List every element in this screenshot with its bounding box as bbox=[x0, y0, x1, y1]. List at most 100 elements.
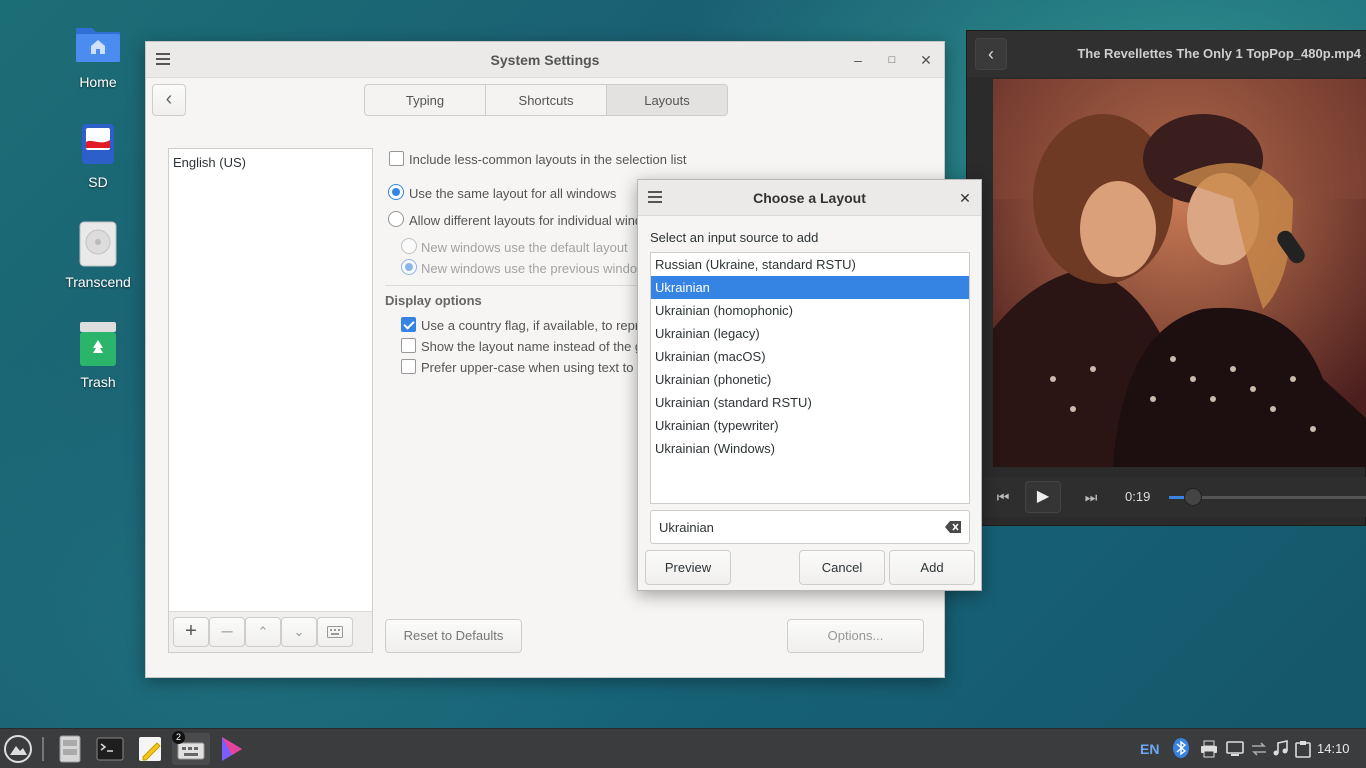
network-icon[interactable] bbox=[1250, 740, 1268, 761]
app-menu-icon bbox=[4, 735, 32, 763]
layout-list: English (US) + – ⌃ ⌄ bbox=[168, 148, 373, 653]
show-layout-name-checkbox[interactable] bbox=[401, 338, 416, 353]
taskbar: 2 EN 14:10 bbox=[0, 728, 1366, 768]
layout-choice-item[interactable]: Ukrainian (Windows) bbox=[651, 437, 969, 460]
audio-icon[interactable] bbox=[1272, 740, 1290, 761]
layout-list-item[interactable]: English (US) bbox=[173, 155, 246, 170]
taskbar-text-editor[interactable] bbox=[134, 733, 166, 765]
desktop-icon-label: Trash bbox=[80, 374, 116, 390]
cancel-button[interactable]: Cancel bbox=[799, 550, 885, 585]
text-editor-icon bbox=[139, 737, 161, 761]
prefer-uppercase-checkbox[interactable] bbox=[401, 359, 416, 374]
window-count-badge: 2 bbox=[172, 731, 185, 744]
dialog-close-button[interactable]: ✕ bbox=[955, 188, 975, 208]
move-up-button[interactable]: ⌃ bbox=[245, 617, 281, 647]
desktop-icon-label: SD bbox=[88, 174, 108, 190]
keyboard-icon bbox=[327, 626, 343, 638]
add-button[interactable]: Add bbox=[889, 550, 975, 585]
close-button[interactable]: ✕ bbox=[916, 50, 936, 70]
menu-icon[interactable] bbox=[648, 191, 662, 203]
desktop-icon-trash[interactable]: Trash bbox=[58, 320, 138, 390]
maximize-button[interactable]: □ bbox=[882, 50, 902, 70]
country-flag-checkbox[interactable] bbox=[401, 317, 416, 332]
search-input[interactable]: Ukrainian bbox=[659, 520, 714, 535]
dialog-titlebar: Choose a Layout ✕ bbox=[638, 180, 981, 216]
desktop-icon-sd[interactable]: SD bbox=[58, 120, 138, 190]
window-title: System Settings bbox=[490, 51, 600, 68]
taskbar-file-manager[interactable] bbox=[54, 733, 86, 765]
options-button[interactable]: Options... bbox=[787, 619, 924, 653]
different-layouts-radio[interactable] bbox=[388, 211, 404, 227]
new-previous-radio[interactable] bbox=[401, 259, 417, 275]
dialog-title: Choose a Layout bbox=[753, 189, 866, 206]
same-layout-radio[interactable] bbox=[388, 184, 404, 200]
display-icon[interactable] bbox=[1226, 740, 1244, 761]
seek-slider[interactable] bbox=[1169, 488, 1366, 506]
video-frame bbox=[993, 79, 1366, 467]
settings-titlebar: System Settings – □ ✕ bbox=[146, 42, 944, 78]
include-less-common-label: Include less-common layouts in the selec… bbox=[409, 152, 687, 167]
layout-choice-item[interactable]: Ukrainian (legacy) bbox=[651, 322, 969, 345]
clear-search-icon[interactable] bbox=[945, 521, 961, 533]
seek-slider-knob[interactable] bbox=[1183, 488, 1202, 506]
display-options-heading: Display options bbox=[385, 293, 482, 308]
clipboard-icon[interactable] bbox=[1295, 740, 1311, 761]
bluetooth-icon[interactable] bbox=[1172, 737, 1190, 762]
different-layouts-label: Allow different layouts for individual w… bbox=[409, 213, 650, 228]
choose-layout-dialog: Choose a Layout ✕ Select an input source… bbox=[637, 179, 982, 591]
tab-typing[interactable]: Typing bbox=[364, 84, 486, 116]
tab-shortcuts[interactable]: Shortcuts bbox=[485, 84, 607, 116]
skip-back-button[interactable]: ⏮ bbox=[987, 481, 1019, 513]
time-label: 0:19 bbox=[1125, 489, 1151, 504]
video-player-window: ‹ The Revellettes The Only 1 TopPop_480p… bbox=[966, 30, 1366, 526]
terminal-icon bbox=[96, 737, 124, 761]
layout-choice-item[interactable]: Ukrainian (homophonic) bbox=[651, 299, 969, 322]
remove-layout-button[interactable]: – bbox=[209, 617, 245, 647]
keyboard-preview-button[interactable] bbox=[317, 617, 353, 647]
include-less-common-checkbox[interactable] bbox=[389, 151, 404, 166]
layout-choice-item[interactable]: Ukrainian bbox=[651, 276, 969, 299]
taskbar-separator bbox=[42, 737, 44, 761]
layout-choice-item[interactable]: Russian (Ukraine, standard RSTU) bbox=[651, 253, 969, 276]
player-back-button[interactable]: ‹ bbox=[975, 38, 1007, 70]
layout-choice-item[interactable]: Ukrainian (typewriter) bbox=[651, 414, 969, 437]
taskbar-terminal[interactable] bbox=[94, 733, 126, 765]
new-default-label: New windows use the default layout bbox=[421, 240, 628, 255]
media-player-icon bbox=[222, 737, 242, 761]
desktop-icon-transcend[interactable]: Transcend bbox=[58, 220, 138, 290]
sd-card-icon bbox=[74, 120, 122, 168]
layout-choice-item[interactable]: Ukrainian (macOS) bbox=[651, 345, 969, 368]
move-down-button[interactable]: ⌄ bbox=[281, 617, 317, 647]
player-controls: ⏮ ▶ ⏭ 0:19 bbox=[983, 477, 1366, 517]
layout-choice-item[interactable]: Ukrainian (phonetic) bbox=[651, 368, 969, 391]
clock[interactable]: 14:10 bbox=[1317, 741, 1350, 756]
layout-choice-item[interactable]: Ukrainian (standard RSTU) bbox=[651, 391, 969, 414]
keyboard-layout-indicator[interactable]: EN bbox=[1140, 741, 1159, 757]
menu-icon[interactable] bbox=[156, 53, 170, 65]
tab-layouts[interactable]: Layouts bbox=[606, 84, 728, 116]
layout-choice-list: Russian (Ukraine, standard RSTU) Ukraini… bbox=[650, 252, 970, 504]
show-layout-name-label: Show the layout name instead of the gr bbox=[421, 339, 647, 354]
minimize-button[interactable]: – bbox=[848, 50, 868, 70]
preview-button[interactable]: Preview bbox=[645, 550, 731, 585]
app-menu-button[interactable] bbox=[2, 733, 34, 765]
printer-icon[interactable] bbox=[1200, 740, 1218, 761]
new-previous-label: New windows use the previous window bbox=[421, 261, 647, 276]
search-field[interactable]: Ukrainian bbox=[650, 510, 970, 544]
desktop-icon-home[interactable]: Home bbox=[58, 20, 138, 90]
taskbar-media-player[interactable] bbox=[214, 733, 246, 765]
same-layout-label: Use the same layout for all windows bbox=[409, 186, 617, 201]
back-button[interactable]: ‹ bbox=[152, 84, 186, 116]
taskbar-settings[interactable]: 2 bbox=[172, 731, 210, 765]
desktop-icon-label: Transcend bbox=[65, 274, 131, 290]
tab-bar: Typing Shortcuts Layouts bbox=[364, 84, 728, 117]
folder-home-icon bbox=[74, 20, 122, 68]
add-layout-button[interactable]: + bbox=[173, 617, 209, 647]
reset-defaults-button[interactable]: Reset to Defaults bbox=[385, 619, 522, 653]
skip-forward-button[interactable]: ⏭ bbox=[1075, 481, 1107, 513]
play-button[interactable]: ▶ bbox=[1025, 481, 1061, 513]
desktop-icon-label: Home bbox=[79, 74, 117, 90]
country-flag-label: Use a country flag, if available, to rep… bbox=[421, 318, 647, 333]
new-default-radio[interactable] bbox=[401, 238, 417, 254]
dialog-prompt: Select an input source to add bbox=[650, 230, 819, 245]
